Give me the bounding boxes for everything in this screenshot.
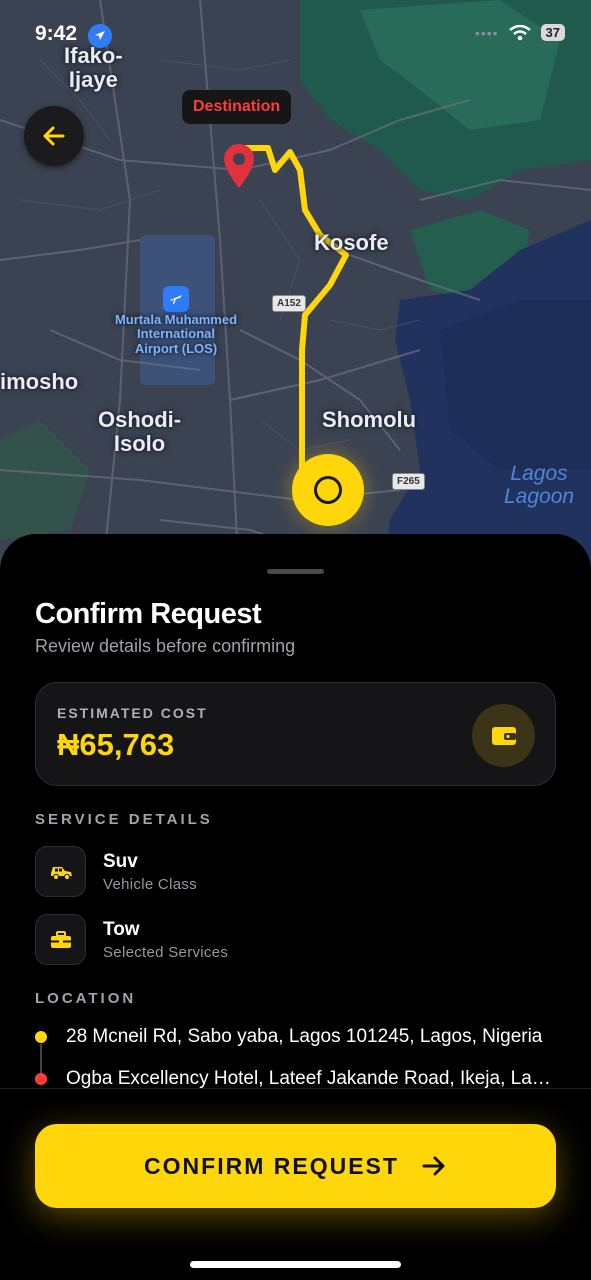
sheet-grabber[interactable] — [267, 569, 324, 574]
map-label-oshodi: Oshodi- Isolo — [98, 407, 182, 457]
pickup-dot-icon — [35, 1031, 47, 1043]
map-label-shomolu: Shomolu — [322, 407, 417, 432]
pickup-address: 28 Mcneil Rd, Sabo yaba, Lagos 101245, L… — [66, 1026, 543, 1047]
pickup-marker — [292, 454, 364, 526]
destination-address: Ogba Excellency Hotel, Lateef Jakande Ro… — [66, 1068, 556, 1088]
location-heading: LOCATION — [35, 990, 137, 1007]
road-shield-a152: A152 — [272, 295, 306, 312]
footer-bar: CONFIRM REQUEST — [0, 1088, 591, 1280]
map-label-airport: Murtala Muhammed International Airport (… — [114, 312, 238, 356]
vehicle-class-label: Vehicle Class — [103, 875, 197, 893]
service-type-value: Tow — [103, 918, 140, 940]
service-details-heading: SERVICE DETAILS — [35, 811, 213, 828]
status-time: 9:42 — [35, 22, 78, 45]
destination-tag: Destination — [182, 90, 292, 124]
wifi-icon — [508, 24, 531, 40]
vehicle-class-value: Suv — [103, 850, 138, 872]
wallet-button[interactable] — [472, 704, 535, 767]
arrow-right-icon — [421, 1155, 447, 1177]
status-indicators: •••• 37 — [475, 24, 565, 41]
confirm-request-label: CONFIRM REQUEST — [144, 1152, 399, 1179]
map-label-ifako: Ifako- Ijaye — [64, 43, 123, 93]
car-icon — [35, 846, 86, 897]
pickup-location: 28 Mcneil Rd, Sabo yaba, Lagos 101245, L… — [35, 1026, 556, 1048]
destination-location: Ogba Excellency Hotel, Lateef Jakande Ro… — [35, 1068, 556, 1088]
back-button[interactable] — [24, 106, 84, 166]
location-arrow-icon — [88, 24, 112, 48]
service-item-vehicle: Suv Vehicle Class — [35, 846, 197, 897]
back-arrow-icon — [43, 126, 65, 146]
airport-icon — [163, 286, 189, 312]
road-shield-f265: F265 — [392, 473, 425, 490]
service-type-label: Selected Services — [103, 943, 229, 961]
location-list: 28 Mcneil Rd, Sabo yaba, Lagos 101245, L… — [35, 1024, 556, 1088]
service-item-services: Tow Selected Services — [35, 914, 228, 965]
signal-icon: •••• — [474, 24, 499, 41]
map-label-kosofe: Kosofe — [314, 230, 389, 255]
home-indicator — [190, 1261, 401, 1268]
page-title: Confirm Request — [35, 598, 262, 630]
map-label-lagoon: Lagos Lagoon — [504, 462, 575, 509]
destination-pin-icon — [224, 144, 254, 188]
battery-indicator: 37 — [540, 24, 565, 41]
page-subtitle: Review details before confirming — [35, 636, 296, 656]
wallet-icon — [491, 726, 516, 745]
cost-value: ₦65,763 — [57, 727, 175, 762]
destination-dot-icon — [35, 1073, 47, 1085]
route-map[interactable]: Ifako- Ijaye Kosofe imosho Oshodi- Isolo… — [0, 0, 591, 600]
map-label-imosho: imosho — [0, 369, 79, 394]
estimated-cost-card: ESTIMATED COST ₦65,763 — [35, 682, 556, 786]
cost-label: ESTIMATED COST — [57, 705, 208, 721]
confirm-request-button[interactable]: CONFIRM REQUEST — [35, 1124, 556, 1208]
toolbox-icon — [35, 914, 86, 965]
pickup-ring-icon — [314, 476, 342, 504]
